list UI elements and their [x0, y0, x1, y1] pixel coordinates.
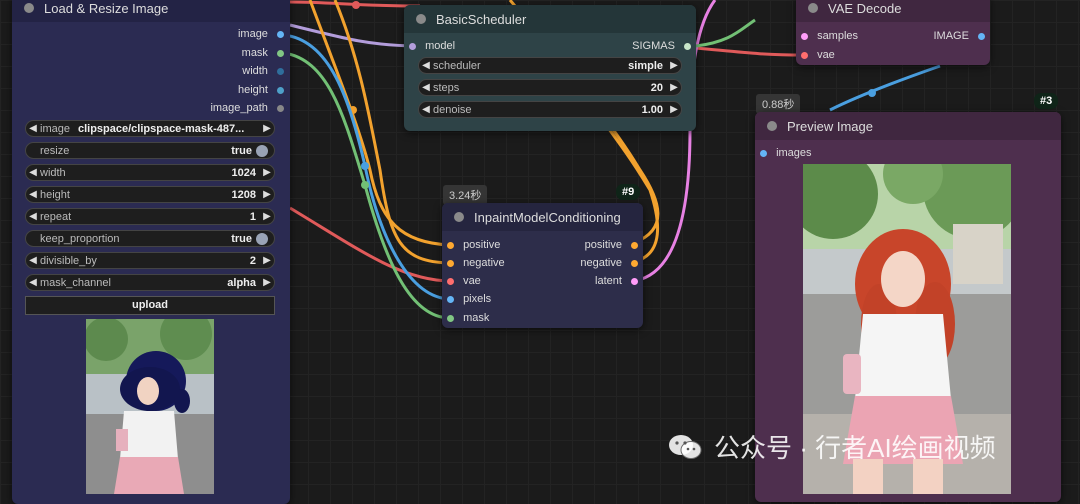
input-positive[interactable]: positive [447, 237, 500, 253]
load-resize-image-node[interactable]: Load & Resize Image image mask width hei… [12, 0, 290, 504]
preview-title-bar[interactable]: Preview Image [755, 112, 1061, 140]
widget-denoise[interactable]: ◀ denoise 1.00 ▶ [418, 101, 682, 118]
port-pixels-icon[interactable] [447, 295, 454, 303]
output-positive[interactable]: positive [585, 237, 638, 253]
output-width[interactable]: width [242, 63, 284, 79]
increment-arrow-icon[interactable]: ▶ [260, 277, 274, 288]
input-vae[interactable]: vae [801, 47, 835, 63]
output-latent[interactable]: latent [595, 273, 638, 289]
port-samples-icon[interactable] [801, 32, 808, 40]
increment-arrow-icon[interactable]: ▶ [667, 104, 681, 115]
widget-keep-proportion[interactable]: keep_proportion true [25, 230, 275, 247]
decrement-arrow-icon[interactable]: ◀ [26, 189, 40, 200]
increment-arrow-icon[interactable]: ▶ [260, 189, 274, 200]
decrement-arrow-icon[interactable]: ◀ [26, 167, 40, 178]
execution-time-badge: 3.24秒 [443, 185, 488, 205]
output-image-path[interactable]: image_path [210, 100, 284, 116]
port-mask-icon[interactable] [277, 49, 284, 57]
widget-scheduler[interactable]: ◀ scheduler simple ▶ [418, 57, 682, 74]
increment-arrow-icon[interactable]: ▶ [260, 167, 274, 178]
collapse-dot-icon[interactable] [24, 3, 34, 13]
vae-decode-title-bar[interactable]: VAE Decode [796, 0, 990, 22]
wechat-icon [668, 433, 702, 461]
port-negative-icon[interactable] [631, 259, 638, 267]
port-mask-icon[interactable] [447, 314, 454, 322]
port-height-icon[interactable] [277, 86, 284, 94]
output-height[interactable]: height [238, 82, 284, 98]
link-vae-decode [695, 46, 804, 57]
widget-resize[interactable]: resize true [25, 142, 275, 159]
output-mask[interactable]: mask [242, 45, 284, 61]
port-image-icon[interactable] [277, 30, 284, 38]
input-vae[interactable]: vae [447, 273, 481, 289]
decrement-arrow-icon[interactable]: ◀ [26, 123, 40, 134]
vae-decode-node[interactable]: VAE Decode samples vae IMAGE [796, 0, 990, 65]
input-negative[interactable]: negative [447, 255, 505, 271]
link-vae-inpaint [289, 206, 451, 283]
node-title: Load & Resize Image [44, 0, 169, 16]
input-model[interactable]: model [409, 38, 455, 54]
port-image-path-icon[interactable] [277, 104, 284, 112]
widget-divisible-by[interactable]: ◀ divisible_by 2 ▶ [25, 252, 275, 269]
link-images [829, 64, 941, 112]
decrement-arrow-icon[interactable]: ◀ [419, 82, 433, 93]
port-model-icon[interactable] [409, 42, 416, 50]
widget-mask-channel[interactable]: ◀ mask_channel alpha ▶ [25, 274, 275, 291]
link-vae-top [289, 0, 421, 8]
load-resize-title-bar[interactable]: Load & Resize Image [12, 0, 290, 22]
port-sigmas-icon[interactable] [684, 42, 691, 50]
input-images[interactable]: images [760, 145, 812, 161]
increment-arrow-icon[interactable]: ▶ [667, 60, 681, 71]
collapse-dot-icon[interactable] [454, 212, 464, 222]
input-pixels[interactable]: pixels [447, 291, 491, 307]
node-id-badge: #3 [1034, 93, 1059, 109]
decrement-arrow-icon[interactable]: ◀ [26, 211, 40, 222]
decrement-arrow-icon[interactable]: ◀ [26, 255, 40, 266]
watermark: 公众号 · 行者AI绘画视频 [668, 428, 996, 465]
link-model [289, 23, 415, 48]
collapse-dot-icon[interactable] [808, 3, 818, 13]
widget-image[interactable]: ◀ image clipspace/clipspace-mask-487... … [25, 120, 275, 137]
output-negative[interactable]: negative [580, 255, 638, 271]
collapse-dot-icon[interactable] [767, 121, 777, 131]
widget-steps[interactable]: ◀ steps 20 ▶ [418, 79, 682, 96]
port-positive-icon[interactable] [631, 241, 638, 249]
decrement-arrow-icon[interactable]: ◀ [26, 277, 40, 288]
execution-time-badge: 0.88秒 [756, 94, 801, 114]
output-image[interactable]: image [238, 26, 284, 42]
input-mask[interactable]: mask [447, 310, 489, 326]
port-latent-icon[interactable] [631, 277, 638, 285]
port-vae-icon[interactable] [801, 51, 808, 59]
inpaint-title-bar[interactable]: InpaintModelConditioning [442, 203, 643, 231]
increment-arrow-icon[interactable]: ▶ [260, 211, 274, 222]
port-images-icon[interactable] [760, 149, 767, 157]
port-vae-icon[interactable] [447, 277, 454, 285]
decrement-arrow-icon[interactable]: ◀ [419, 60, 433, 71]
input-image-thumbnail [86, 319, 214, 494]
decrement-arrow-icon[interactable]: ◀ [419, 104, 433, 115]
port-negative-icon[interactable] [447, 259, 454, 267]
widget-height[interactable]: ◀ height 1208 ▶ [25, 186, 275, 203]
collapse-dot-icon[interactable] [416, 14, 426, 24]
input-samples[interactable]: samples [801, 28, 858, 44]
widget-repeat[interactable]: ◀ repeat 1 ▶ [25, 208, 275, 225]
port-image-icon[interactable] [978, 32, 985, 40]
port-width-icon[interactable] [277, 67, 284, 75]
port-positive-icon[interactable] [447, 241, 454, 249]
output-sigmas[interactable]: SIGMAS [632, 38, 691, 54]
toggle-knob-icon[interactable] [256, 232, 268, 245]
inpaint-conditioning-node[interactable]: InpaintModelConditioning positive negati… [442, 203, 643, 328]
upload-button[interactable]: upload [25, 296, 275, 315]
basic-scheduler-title-bar[interactable]: BasicScheduler [404, 5, 696, 33]
output-image[interactable]: IMAGE [933, 28, 985, 44]
link-sigmas [695, 18, 756, 48]
increment-arrow-icon[interactable]: ▶ [260, 123, 274, 134]
increment-arrow-icon[interactable]: ▶ [260, 255, 274, 266]
increment-arrow-icon[interactable]: ▶ [667, 82, 681, 93]
widget-width[interactable]: ◀ width 1024 ▶ [25, 164, 275, 181]
basic-scheduler-node[interactable]: BasicScheduler model SIGMAS ◀ scheduler … [404, 5, 696, 131]
node-id-badge: #9 [616, 184, 641, 200]
toggle-knob-icon[interactable] [256, 144, 268, 157]
